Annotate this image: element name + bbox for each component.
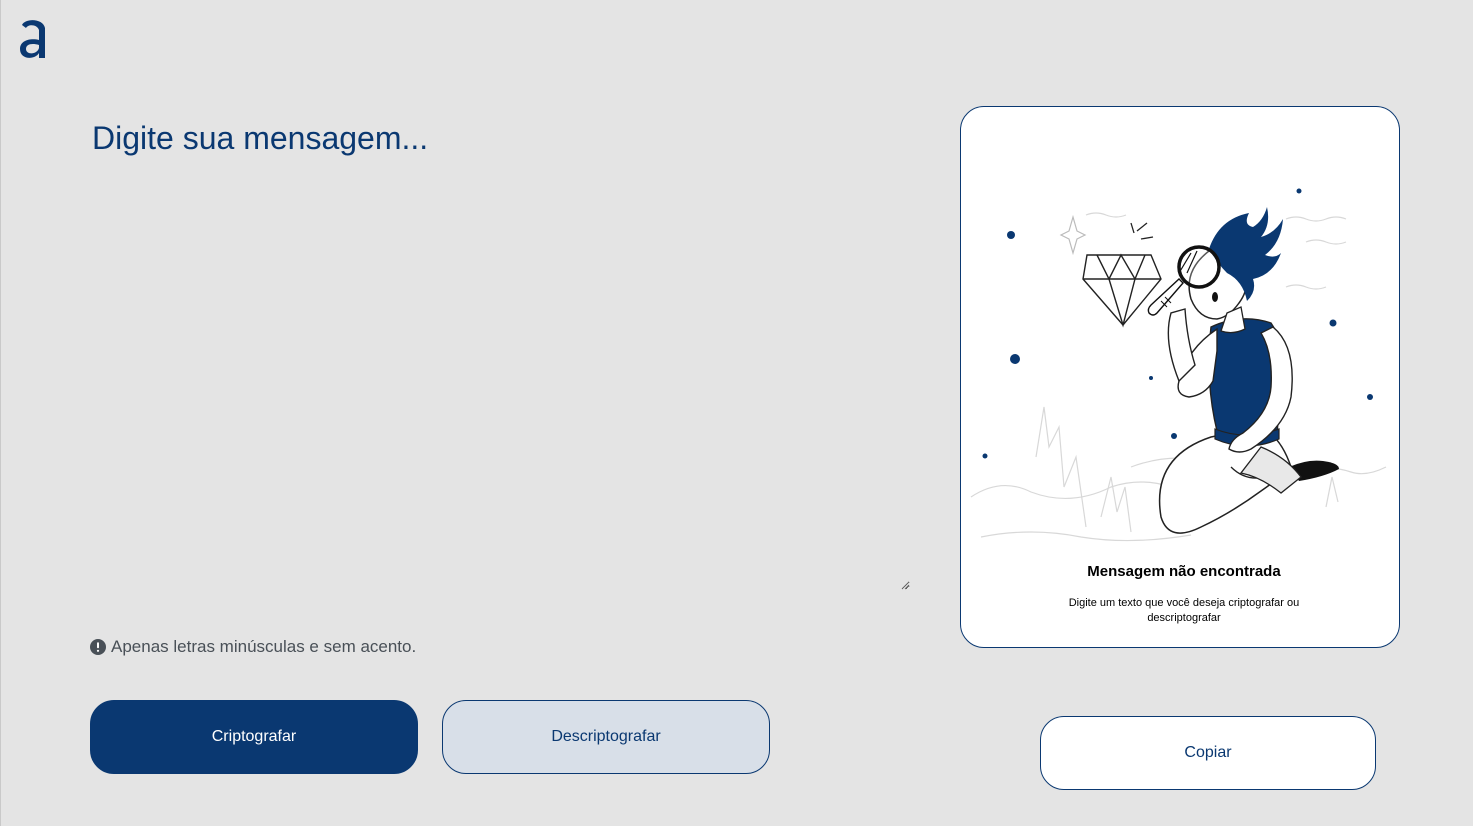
copy-button[interactable]: Copiar bbox=[1040, 716, 1376, 790]
message-input[interactable] bbox=[90, 108, 910, 590]
panel-resize-handle[interactable] bbox=[1389, 637, 1397, 645]
output-panel: Mensagem não encontrada Digite um texto … bbox=[960, 106, 1400, 648]
input-hint: Apenas letras minúsculas e sem acento. bbox=[90, 637, 416, 657]
hint-text: Apenas letras minúsculas e sem acento. bbox=[111, 637, 417, 656]
empty-state-subtitle: Digite um texto que você deseja criptogr… bbox=[1068, 597, 1300, 624]
alura-logo-icon[interactable] bbox=[17, 16, 51, 62]
exclamation-circle-icon bbox=[90, 639, 106, 655]
page: Apenas letras minúsculas e sem acento. C… bbox=[0, 0, 1473, 826]
encrypt-button[interactable]: Criptografar bbox=[90, 700, 418, 774]
decrypt-button[interactable]: Descriptografar bbox=[442, 700, 770, 774]
empty-state-title: Mensagem não encontrada bbox=[1087, 563, 1281, 580]
textarea-resize-handle[interactable] bbox=[900, 580, 910, 590]
